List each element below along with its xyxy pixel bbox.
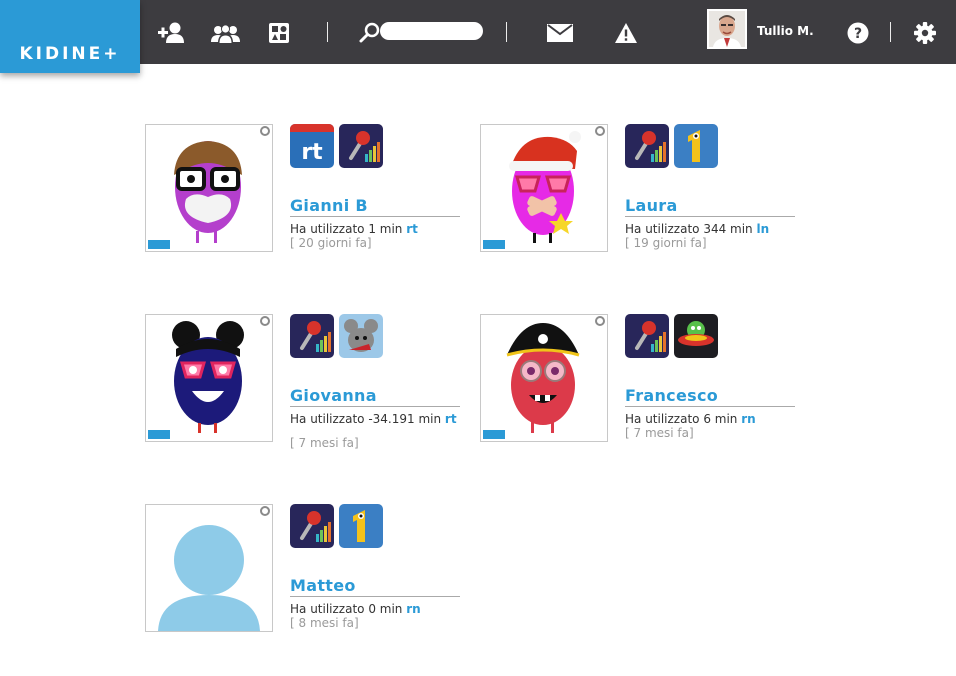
last-seen: [ 7 mesi fa] — [290, 436, 359, 450]
child-name[interactable]: Francesco — [625, 386, 718, 405]
search-box — [355, 20, 487, 44]
monster-avatar-icon — [174, 141, 242, 243]
divider — [625, 216, 795, 217]
child-avatar[interactable] — [480, 314, 608, 442]
usage-app[interactable]: rn — [406, 602, 420, 616]
usage-label: Ha utilizzato 1 min — [290, 222, 403, 236]
child-avatar[interactable] — [145, 124, 273, 252]
group-icon[interactable] — [211, 24, 241, 44]
monster-avatar-icon — [506, 323, 580, 433]
app-microphone-icon[interactable] — [339, 124, 383, 168]
top-bar: Tullio M. ? — [0, 0, 956, 64]
mini-logo-icon — [148, 430, 170, 439]
child-name[interactable]: Gianni B — [290, 196, 368, 215]
usage-text: Ha utilizzato 344 min ln — [625, 222, 797, 236]
child-avatar[interactable] — [145, 504, 273, 632]
mini-logo-icon — [483, 430, 505, 439]
usage-label: Ha utilizzato 0 min — [290, 602, 403, 616]
usage-text: Ha utilizzato 1 min rt — [290, 222, 462, 236]
svg-text:?: ? — [854, 26, 862, 42]
app-number-one-icon[interactable] — [674, 124, 718, 168]
app-ufo-icon[interactable] — [674, 314, 718, 358]
usage-text: Ha utilizzato -34.191 min rt — [290, 412, 462, 426]
brand-logo[interactable]: KIDINE+ — [0, 0, 140, 73]
usage-app[interactable]: ln — [757, 222, 770, 236]
monster-avatar-icon — [172, 321, 244, 433]
user-name[interactable]: Tullio M. — [757, 24, 814, 38]
app-mouse-icon[interactable] — [339, 314, 383, 358]
usage-app[interactable]: rn — [741, 412, 755, 426]
separator — [506, 22, 507, 42]
divider — [625, 406, 795, 407]
usage-text: Ha utilizzato 0 min rn — [290, 602, 462, 616]
app-rt-icon[interactable]: rt — [290, 124, 334, 168]
last-seen: [ 19 giorni fa] — [625, 236, 707, 250]
usage-app[interactable]: rt — [406, 222, 418, 236]
logo-text: KIDINE+ — [19, 44, 121, 64]
usage-label: Ha utilizzato -34.191 min — [290, 412, 442, 426]
last-seen: [ 20 giorni fa] — [290, 236, 372, 250]
app-number-one-icon[interactable] — [339, 504, 383, 548]
child-avatar[interactable] — [480, 124, 608, 252]
status-ring-icon — [595, 126, 605, 136]
usage-text: Ha utilizzato 6 min rn — [625, 412, 797, 426]
app-microphone-icon[interactable] — [290, 314, 334, 358]
separator — [327, 22, 328, 42]
status-ring-icon — [260, 126, 270, 136]
divider — [290, 406, 460, 407]
user-photo-icon — [709, 11, 745, 47]
apps-icon[interactable] — [269, 23, 289, 43]
help-icon[interactable]: ? — [847, 22, 869, 44]
separator — [890, 22, 891, 42]
child-name[interactable]: Giovanna — [290, 386, 377, 405]
monster-avatar-icon — [509, 131, 581, 243]
status-ring-icon — [260, 506, 270, 516]
child-name[interactable]: Matteo — [290, 576, 356, 595]
last-seen: [ 7 mesi fa] — [625, 426, 694, 440]
app-microphone-icon[interactable] — [625, 314, 669, 358]
status-ring-icon — [260, 316, 270, 326]
mini-logo-icon — [148, 240, 170, 249]
settings-icon[interactable] — [914, 22, 936, 44]
child-avatar[interactable] — [145, 314, 273, 442]
app-microphone-icon[interactable] — [290, 504, 334, 548]
default-avatar-icon — [158, 525, 260, 631]
search-input[interactable] — [380, 22, 483, 40]
mail-icon[interactable] — [547, 24, 573, 42]
child-name[interactable]: Laura — [625, 196, 678, 215]
divider — [290, 216, 460, 217]
divider — [290, 596, 460, 597]
avatar[interactable] — [707, 9, 747, 49]
usage-label: Ha utilizzato 344 min — [625, 222, 753, 236]
usage-app[interactable]: rt — [445, 412, 457, 426]
usage-label: Ha utilizzato 6 min — [625, 412, 738, 426]
search-icon[interactable] — [358, 20, 382, 44]
last-seen: [ 8 mesi fa] — [290, 616, 359, 630]
add-user-icon[interactable] — [158, 22, 186, 44]
app-microphone-icon[interactable] — [625, 124, 669, 168]
mini-logo-icon — [483, 240, 505, 249]
svg-text:rt: rt — [301, 140, 323, 165]
status-ring-icon — [595, 316, 605, 326]
warning-icon[interactable] — [614, 22, 638, 44]
